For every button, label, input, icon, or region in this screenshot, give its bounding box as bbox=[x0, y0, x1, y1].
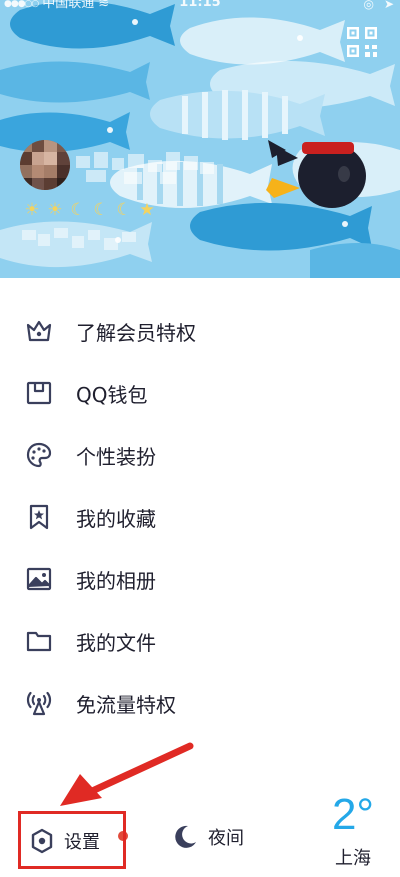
level-badges: ☀ ☀ ☾ ☾ ☾ ★ bbox=[22, 200, 157, 220]
lock-rotation-icon: ◎ bbox=[363, 0, 374, 11]
status-right: ◎ ➤ bbox=[363, 0, 394, 11]
wifi-icon: ≋ bbox=[98, 0, 110, 11]
menu-item-vip-privileges[interactable]: 了解会员特权 bbox=[0, 300, 400, 362]
wallet-icon bbox=[22, 376, 56, 410]
clock: 11:15 bbox=[179, 0, 221, 10]
sun-badge-icon: ☀ bbox=[24, 200, 40, 220]
weather-widget[interactable]: 2° 上海 bbox=[318, 790, 388, 870]
menu-item-personalize[interactable]: 个性装扮 bbox=[0, 424, 400, 486]
menu-item-files[interactable]: 我的文件 bbox=[0, 610, 400, 672]
carrier-label: 中国联通 bbox=[42, 0, 95, 11]
bookmark-star-icon bbox=[22, 500, 56, 534]
avatar[interactable] bbox=[20, 140, 70, 190]
signal-tower-icon bbox=[22, 686, 56, 720]
night-mode-button[interactable]: 夜间 bbox=[172, 824, 244, 850]
moon-badge-icon: ☾ bbox=[116, 200, 132, 220]
night-mode-label: 夜间 bbox=[208, 828, 244, 849]
menu-item-label: 个性装扮 bbox=[76, 444, 156, 469]
moon-icon bbox=[175, 825, 196, 848]
signature-blurred bbox=[22, 228, 136, 250]
menu-item-label: 我的文件 bbox=[76, 630, 156, 655]
annotation-highlight-box bbox=[18, 811, 126, 869]
menu-item-favorites[interactable]: 我的收藏 bbox=[0, 486, 400, 548]
crown-icon bbox=[22, 314, 56, 348]
signal-dots-icon: ●●●○○ bbox=[4, 0, 39, 9]
weather-city: 上海 bbox=[335, 848, 371, 869]
menu-item-label: 我的收藏 bbox=[76, 506, 156, 531]
weather-temperature: 2° bbox=[331, 790, 375, 839]
qr-code-icon[interactable] bbox=[346, 26, 378, 58]
menu-item-album[interactable]: 我的相册 bbox=[0, 548, 400, 610]
folder-icon bbox=[22, 624, 56, 658]
menu-item-label: 了解会员特权 bbox=[76, 320, 196, 345]
menu-item-qq-wallet[interactable]: QQ钱包 bbox=[0, 362, 400, 424]
profile-banner: ●●●○○ 中国联通 ≋ 11:15 ◎ ➤ ☀ ☀ ☾ ☾ ☾ ★ bbox=[0, 0, 400, 278]
menu-item-label: 免流量特权 bbox=[76, 692, 176, 717]
menu-item-label: QQ钱包 bbox=[76, 382, 148, 407]
palette-icon bbox=[22, 438, 56, 472]
star-badge-icon: ★ bbox=[139, 200, 155, 220]
image-icon bbox=[22, 562, 56, 596]
moon-badge-icon: ☾ bbox=[93, 200, 109, 220]
side-menu: 了解会员特权 QQ钱包 个性装扮 我的收藏 我的相册 我的文件 免流量特权 bbox=[0, 300, 400, 734]
status-bar: ●●●○○ 中国联通 ≋ 11:15 ◎ ➤ bbox=[0, 0, 400, 14]
menu-item-label: 我的相册 bbox=[76, 568, 156, 593]
moon-badge-icon: ☾ bbox=[70, 200, 86, 220]
menu-item-free-data[interactable]: 免流量特权 bbox=[0, 672, 400, 734]
carrier: ●●●○○ 中国联通 ≋ bbox=[4, 0, 109, 11]
username-blurred bbox=[76, 152, 214, 184]
penguin-mascot bbox=[266, 140, 366, 208]
sun-badge-icon: ☀ bbox=[47, 200, 63, 220]
location-icon: ➤ bbox=[383, 0, 394, 11]
